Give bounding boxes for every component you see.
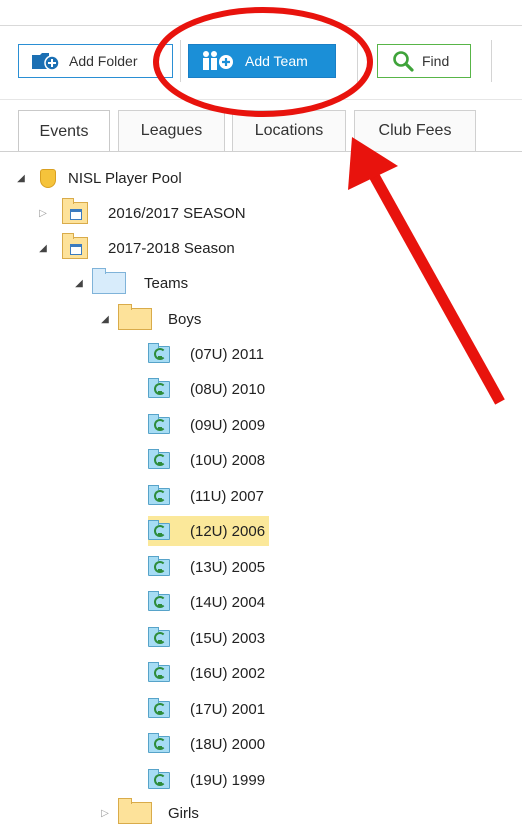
team-item[interactable]: (10U) 2008 <box>148 445 265 475</box>
expanded-arrow-icon[interactable]: ◢ <box>36 243 50 254</box>
shield-icon <box>40 168 56 188</box>
team-label: (09U) 2009 <box>190 416 266 434</box>
team-folder-icon <box>148 697 170 718</box>
team-label: (13U) 2005 <box>190 558 266 576</box>
expanded-arrow-icon[interactable]: ◢ <box>72 278 86 289</box>
team-folder-icon <box>148 413 170 434</box>
team-label: (07U) 2011 <box>190 345 264 363</box>
search-icon <box>393 51 414 72</box>
tree-node-season-2016[interactable]: ▷ 2016/2017 SEASON <box>36 198 246 228</box>
team-label: (15U) 2003 <box>190 629 266 647</box>
team-item[interactable]: (19U) 1999 <box>148 765 265 795</box>
team-folder-icon <box>148 768 170 789</box>
calendar-folder-icon <box>62 233 88 259</box>
toolbar-separator <box>357 40 358 82</box>
team-folder-icon <box>148 661 170 682</box>
team-item[interactable]: (07U) 2011 <box>148 339 264 369</box>
tree-node-label: Boys <box>168 310 202 328</box>
add-folder-label: Add Folder <box>69 53 138 69</box>
add-team-icon <box>203 51 233 70</box>
team-item[interactable]: (17U) 2001 <box>148 694 265 724</box>
team-item[interactable]: (13U) 2005 <box>148 552 265 582</box>
add-team-label: Add Team <box>245 53 308 69</box>
tree-node-boys[interactable]: ◢ Boys <box>98 304 201 334</box>
tab-locations[interactable]: Locations <box>232 110 346 151</box>
toolbar-separator <box>491 40 492 82</box>
team-folder-icon <box>148 732 170 753</box>
pointer-arrow-shaft <box>367 169 505 405</box>
team-label: (11U) 2007 <box>190 487 264 505</box>
find-button[interactable]: Find <box>377 44 471 78</box>
team-folder-icon <box>148 555 170 576</box>
team-label: (14U) 2004 <box>190 593 266 611</box>
collapsed-arrow-icon[interactable]: ▷ <box>98 808 112 819</box>
tab-events[interactable]: Events <box>18 110 110 152</box>
team-folder-icon <box>148 590 170 611</box>
folder-icon <box>92 268 126 294</box>
tree-node-girls[interactable]: ▷ Girls <box>98 798 199 828</box>
find-label: Find <box>422 53 450 69</box>
team-folder-icon <box>148 484 170 505</box>
team-folder-icon <box>148 448 170 469</box>
folder-icon <box>118 304 152 330</box>
tree-node-label: NISL Player Pool <box>68 169 182 187</box>
team-label: (12U) 2006 <box>190 522 266 540</box>
team-folder-icon <box>148 342 170 363</box>
team-folder-icon <box>148 626 170 647</box>
team-label: (18U) 2000 <box>190 735 266 753</box>
team-item[interactable]: (18U) 2000 <box>148 729 265 759</box>
tree-node-teams[interactable]: ◢ Teams <box>72 268 188 298</box>
team-folder-icon <box>148 519 170 540</box>
tab-bar-baseline <box>0 151 522 152</box>
tab-club-fees[interactable]: Club Fees <box>354 110 476 151</box>
team-label: (10U) 2008 <box>190 451 266 469</box>
team-label: (08U) 2010 <box>190 380 266 398</box>
folder-icon <box>118 798 152 824</box>
expanded-arrow-icon[interactable]: ◢ <box>98 314 112 325</box>
expanded-arrow-icon[interactable]: ◢ <box>14 173 28 184</box>
toolbar-bottom-divider <box>0 99 522 100</box>
calendar-folder-icon <box>62 198 88 224</box>
team-folder-icon <box>148 377 170 398</box>
team-item[interactable]: (15U) 2003 <box>148 623 265 653</box>
tree-node-label: 2017-2018 Season <box>108 239 235 257</box>
team-label: (19U) 1999 <box>190 771 266 789</box>
tree-node-label: 2016/2017 SEASON <box>108 204 246 222</box>
tree-node-root[interactable]: ◢ NISL Player Pool <box>14 163 182 193</box>
toolbar-top-divider <box>0 25 522 26</box>
team-item[interactable]: (08U) 2010 <box>148 374 265 404</box>
toolbar-separator <box>180 40 181 82</box>
add-folder-button[interactable]: Add Folder <box>18 44 173 78</box>
team-label: (16U) 2002 <box>190 664 266 682</box>
tree-node-label: Teams <box>144 274 189 292</box>
team-label: (17U) 2001 <box>190 700 266 718</box>
team-item[interactable]: (09U) 2009 <box>148 410 265 440</box>
add-folder-icon <box>32 53 60 71</box>
team-item-selected[interactable]: (12U) 2006 <box>148 516 270 546</box>
team-item[interactable]: (16U) 2002 <box>148 658 265 688</box>
collapsed-arrow-icon[interactable]: ▷ <box>36 208 50 219</box>
team-item[interactable]: (14U) 2004 <box>148 587 265 617</box>
add-team-button[interactable]: Add Team <box>188 44 336 78</box>
team-item[interactable]: (11U) 2007 <box>148 481 264 511</box>
tree-node-label: Girls <box>168 804 199 822</box>
tree-node-season-2017[interactable]: ◢ 2017-2018 Season <box>36 233 235 263</box>
tab-leagues[interactable]: Leagues <box>118 110 225 151</box>
